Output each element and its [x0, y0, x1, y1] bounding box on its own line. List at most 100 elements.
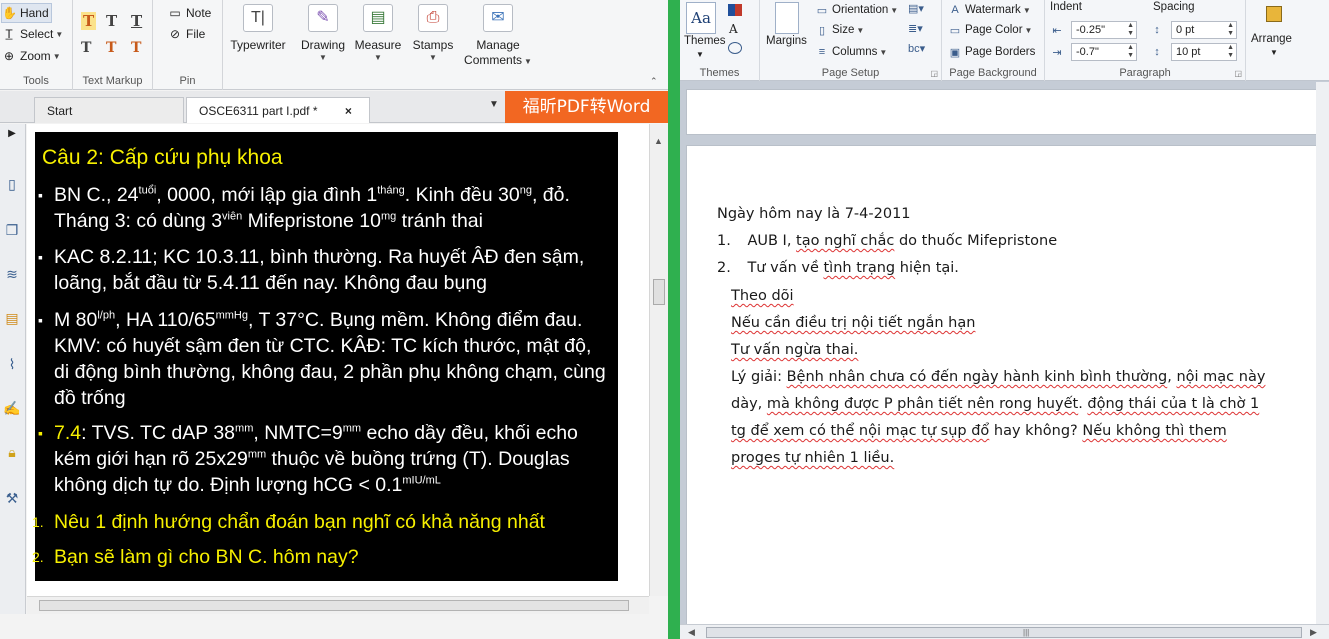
theme-effects-icon[interactable] [728, 42, 742, 54]
signature-icon[interactable]: ✍ [2, 400, 22, 422]
select-tool-button[interactable]: T̲ Select ▼ [1, 24, 63, 44]
doc-date-text: Ngày hôm nay là 7-4-2011 [717, 206, 911, 222]
doc-text-squiggly: động thái của t là chờ 1 [1087, 396, 1260, 412]
spinner-arrows-icon[interactable]: ▲ ▼ [1227, 22, 1234, 38]
page-setup-group: Margins ▭ Orientation ▼ ▯ Size ▼ ≡ Columns ▼ ▤… [760, 0, 942, 81]
pdf-slide: Câu 2: Cấp cứu phụ khoa ▪ BN C., 24tuổi, … [32, 132, 618, 581]
zoom-tool-button[interactable]: ⊕ Zoom ▼ [1, 46, 61, 66]
note-button[interactable]: ▭ Note [167, 3, 211, 23]
doc-text-squiggly: tạo nghĩ chắc [796, 233, 895, 249]
attachments-icon[interactable]: ⌇ [2, 356, 22, 378]
window-splitter[interactable] [668, 0, 680, 639]
bullet-4: ▪ 7.4: TVS. TC dAP 38mm, NMTC=9mm echo dầ… [38, 420, 610, 498]
lock-icon[interactable]: 🔒︎ [2, 444, 22, 466]
page-borders-label: Page Borders [965, 46, 1036, 58]
scroll-thumb[interactable]: ||| [706, 627, 1302, 638]
insert-text-icon[interactable]: T [131, 40, 141, 56]
scroll-thumb[interactable] [653, 279, 665, 305]
layers-icon[interactable]: ≋ [2, 266, 22, 288]
file-button[interactable]: ⊘ File [167, 24, 205, 44]
themes-button[interactable]: Themes [684, 35, 726, 47]
tab-document-label: OSCE6311 part I.pdf * [199, 104, 318, 118]
spacing-before-input[interactable]: 0 pt ▲ ▼ [1171, 21, 1237, 39]
document-page[interactable]: Ngày hôm nay là 7-4-2011 1. AUB I, tạo n… [686, 145, 1324, 625]
indent-left-input[interactable]: -0.25" ▲ ▼ [1071, 21, 1137, 39]
chevron-down-icon: ▼ [524, 57, 532, 66]
tabs-dropdown-icon[interactable]: ▼ [489, 99, 499, 110]
scroll-thumb[interactable] [39, 600, 629, 611]
page-borders-button[interactable]: ▣ Page Borders [948, 42, 1036, 62]
manage-comments-button[interactable]: ✉ Manage Comments ▼ [462, 4, 534, 69]
note-label: Note [186, 6, 212, 20]
hand-tool-button[interactable]: ✋ Hand [1, 3, 52, 23]
scroll-left-icon[interactable]: ◀ [688, 627, 695, 638]
word-horizontal-scrollbar[interactable]: ◀ ||| ▶ [680, 624, 1329, 639]
word-document-area: Ngày hôm nay là 7-4-2011 1. AUB I, tạo n… [680, 82, 1329, 625]
page-color-button[interactable]: ▭ Page Color ▼ [948, 20, 1033, 40]
doc-line-explain-3: tg để xem có thể nội mạc tự sụp đổ hay k… [731, 423, 1227, 439]
word-window: Aa Themes ▼ A Themes Margins ▭ Orientatio… [680, 0, 1329, 639]
pdf-vertical-scrollbar[interactable]: ▲ [649, 124, 668, 596]
theme-colors-icon[interactable] [728, 4, 742, 16]
line-numbers-icon[interactable]: ≣▾ [908, 22, 923, 35]
size-button[interactable]: ▯ Size ▼ [815, 20, 864, 40]
word-ribbon: Aa Themes ▼ A Themes Margins ▭ Orientatio… [680, 0, 1329, 81]
tools-group: ✋ Hand T̲ Select ▼ ⊕ Zoom ▼ Tools [0, 0, 73, 90]
themes-icon[interactable]: Aa [686, 2, 716, 34]
tools-icon[interactable]: ⚒ [2, 490, 22, 512]
replace-text-icon[interactable]: T [106, 40, 116, 56]
pin-group: ▭ Note ⊘ File Pin [153, 0, 223, 90]
pdf-to-word-banner[interactable]: 福昕PDF转Word [505, 91, 668, 123]
pages-icon[interactable]: ❐ [2, 222, 22, 244]
doc-text: hay không? [989, 423, 1083, 439]
pdf-horizontal-scrollbar[interactable] [27, 596, 649, 614]
collapse-ribbon-icon[interactable]: ⌃ [650, 76, 658, 87]
spinner-arrows-icon[interactable]: ▲ ▼ [1127, 22, 1134, 38]
highlight-text-icon[interactable]: T [81, 12, 97, 30]
columns-icon: ≡ [818, 46, 826, 58]
bullet-icon: ▪ [38, 249, 43, 265]
hyphenation-icon[interactable]: bc▾ [908, 42, 925, 55]
spinner-arrows-icon[interactable]: ▲ ▼ [1127, 44, 1134, 60]
dialog-launcher-icon[interactable]: ◲ [1234, 69, 1242, 78]
squiggly-text-icon[interactable]: T [81, 40, 91, 56]
close-tab-icon[interactable]: × [345, 104, 352, 118]
scroll-right-icon[interactable]: ▶ [1310, 627, 1317, 638]
previous-page [686, 89, 1324, 135]
tab-start[interactable]: Start [34, 97, 184, 123]
b3-text-1: M 80 [54, 309, 98, 331]
spacing-after-input[interactable]: 10 pt ▲ ▼ [1171, 43, 1237, 61]
margins-button[interactable]: Margins [766, 35, 807, 47]
expand-panel-icon[interactable]: ▶ [2, 128, 22, 150]
theme-fonts-icon[interactable]: A [729, 22, 738, 36]
pdf-reader-window: ✋ Hand T̲ Select ▼ ⊕ Zoom ▼ Tools T T T … [0, 0, 668, 639]
orientation-button[interactable]: ▭ Orientation ▼ [815, 0, 898, 20]
pin-group-label: Pin [179, 75, 196, 87]
comments-panel-icon[interactable]: ▤ [2, 310, 22, 332]
b3-sup-1: l/ph [97, 309, 116, 322]
list-number-2: 2. [717, 260, 731, 276]
indent-right-input[interactable]: -0.7" ▲ ▼ [1071, 43, 1137, 61]
spinner-arrows-icon[interactable]: ▲ ▼ [1227, 44, 1234, 60]
scroll-up-icon[interactable]: ▲ [654, 136, 663, 146]
bookmark-icon[interactable]: ▯ [2, 176, 22, 198]
typewriter-button[interactable]: T| Typewriter [226, 4, 290, 53]
watermark-button[interactable]: A Watermark ▼ [948, 0, 1030, 20]
margins-icon[interactable] [775, 2, 799, 34]
indent-right-icon: ⇥ [1052, 46, 1062, 59]
chevron-down-icon[interactable]: ▼ [696, 50, 704, 59]
dialog-launcher-icon[interactable]: ◲ [930, 69, 938, 78]
breaks-icon[interactable]: ▤▾ [908, 2, 924, 15]
tab-document[interactable]: OSCE6311 part I.pdf * × [186, 97, 370, 123]
underline-text-icon[interactable]: T [131, 12, 142, 30]
indent-right-value: -0.7" [1076, 46, 1099, 58]
themes-label: Themes [684, 35, 726, 47]
word-vertical-scrollbar[interactable] [1316, 82, 1329, 624]
columns-button[interactable]: ≡ Columns ▼ [815, 42, 888, 62]
document-tabs: Start OSCE6311 part I.pdf * × ▼ 福昕PDF转Wo… [0, 91, 668, 123]
scroll-grip-icon: ||| [1023, 628, 1030, 637]
strikeout-text-icon[interactable]: T [106, 12, 117, 30]
arrange-group[interactable]: Arrange ▼ [1246, 0, 1306, 81]
stamps-button[interactable]: ⎙ Stamps ▼ [401, 4, 465, 63]
comments-icon: ✉ [483, 4, 513, 32]
